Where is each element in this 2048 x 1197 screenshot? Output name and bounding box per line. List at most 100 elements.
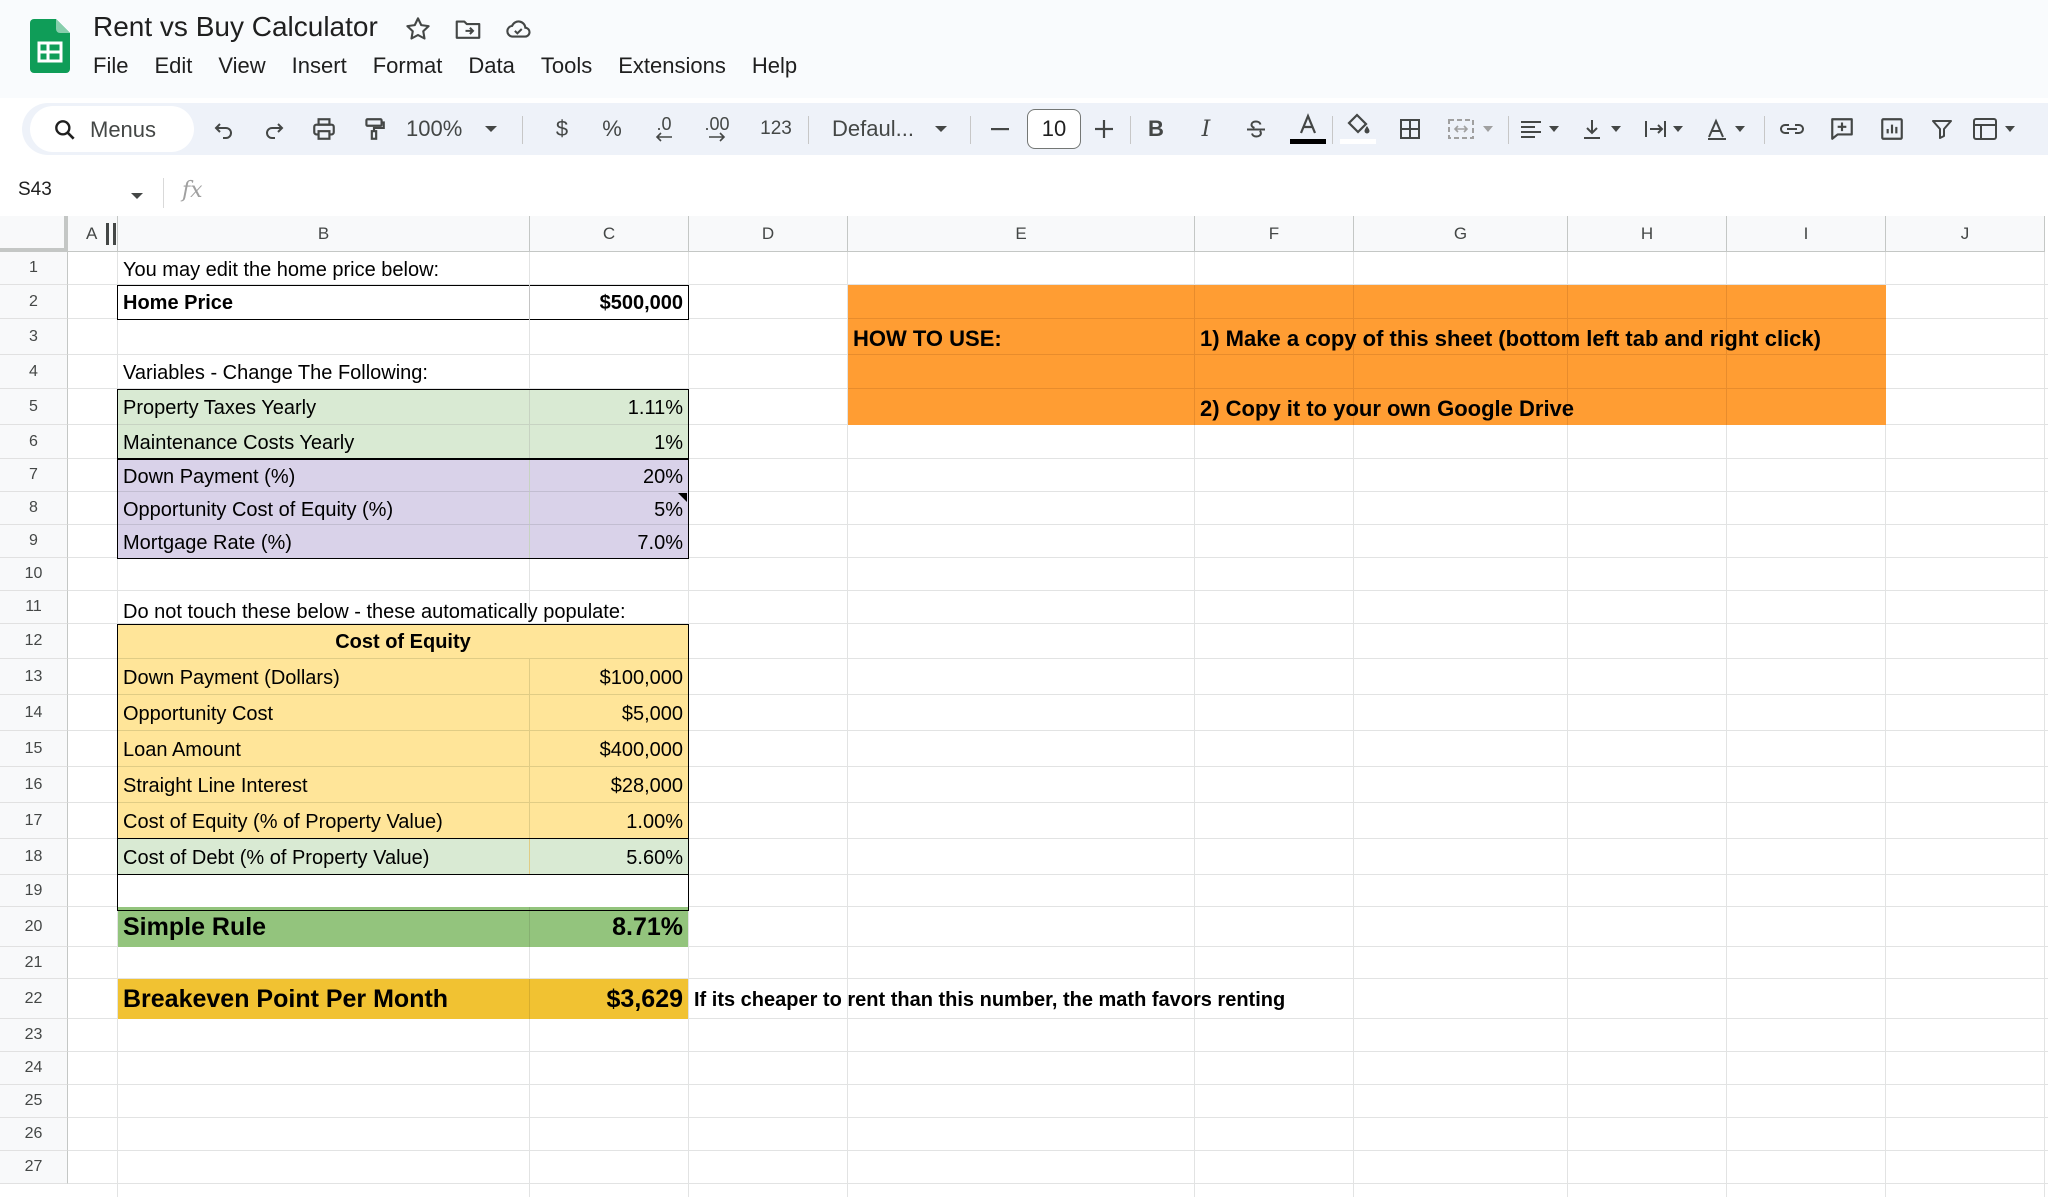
row-header-22[interactable]: 22 [0, 979, 68, 1019]
filter-icon[interactable] [1922, 103, 1962, 155]
text-rotation-icon[interactable] [1702, 103, 1756, 155]
cell-c15[interactable]: $400,000 [530, 740, 689, 760]
row-header-8[interactable]: 8 [0, 492, 68, 525]
text-wrapping-icon[interactable] [1640, 103, 1694, 155]
menu-format[interactable]: Format [360, 50, 456, 82]
row-header-7[interactable]: 7 [0, 459, 68, 492]
menu-edit[interactable]: Edit [141, 50, 205, 82]
menu-insert[interactable]: Insert [279, 50, 360, 82]
row-header-1[interactable]: 1 [0, 252, 68, 285]
insert-comment-icon[interactable] [1822, 103, 1862, 155]
redo-icon[interactable] [256, 103, 292, 155]
row-header-12[interactable]: 12 [0, 624, 68, 659]
menu-search[interactable]: Menus [30, 106, 194, 152]
cell-b16[interactable]: Straight Line Interest [118, 776, 308, 796]
menu-extensions[interactable]: Extensions [605, 50, 739, 82]
document-title[interactable]: Rent vs Buy Calculator [93, 10, 378, 44]
cell-b13[interactable]: Down Payment (Dollars) [118, 668, 340, 688]
cell-c22[interactable]: $3,629 [530, 986, 689, 1012]
cell-c7[interactable]: 20% [530, 467, 689, 487]
insert-link-icon[interactable] [1772, 103, 1812, 155]
row-header-15[interactable]: 15 [0, 731, 68, 767]
font-family-select[interactable]: Defaul... [812, 103, 962, 155]
cell-c17[interactable]: 1.00% [530, 812, 689, 832]
fill-color-icon[interactable] [1338, 103, 1378, 155]
chevron-down-icon[interactable] [130, 188, 144, 206]
decrease-decimal-button[interactable]: .0 [642, 103, 686, 155]
row-header-17[interactable]: 17 [0, 803, 68, 839]
column-header-c[interactable]: C [530, 216, 689, 252]
cell-e3[interactable]: HOW TO USE: [848, 328, 1002, 350]
cell-b8[interactable]: Opportunity Cost of Equity (%) [118, 500, 393, 520]
currency-format-button[interactable]: $ [544, 103, 580, 155]
increase-decimal-button[interactable]: .00 [692, 103, 742, 155]
vertical-align-icon[interactable] [1578, 103, 1632, 155]
row-header-2[interactable]: 2 [0, 285, 68, 319]
borders-icon[interactable] [1392, 103, 1428, 155]
cell-b12-merged[interactable]: Cost of Equity [118, 632, 688, 652]
zoom-select[interactable]: 100% [406, 103, 526, 155]
row-header-19[interactable]: 19 [0, 875, 68, 907]
row-header-23[interactable]: 23 [0, 1019, 68, 1052]
row-header-14[interactable]: 14 [0, 695, 68, 731]
text-color-icon[interactable] [1288, 103, 1328, 155]
cell-b17[interactable]: Cost of Equity (% of Property Value) [118, 812, 443, 832]
cell-b18[interactable]: Cost of Debt (% of Property Value) [118, 848, 429, 868]
menu-help[interactable]: Help [739, 50, 810, 82]
cell-b11[interactable]: Do not touch these below - these automat… [118, 602, 626, 622]
cell-c16[interactable]: $28,000 [530, 776, 689, 796]
bold-button[interactable]: B [1138, 103, 1174, 155]
column-header-f[interactable]: F [1195, 216, 1354, 252]
row-header-11[interactable]: 11 [0, 591, 68, 624]
strikethrough-icon[interactable] [1238, 103, 1274, 155]
table-view-icon[interactable] [1968, 103, 2026, 155]
menu-data[interactable]: Data [455, 50, 527, 82]
row-header-20[interactable]: 20 [0, 907, 68, 947]
cell-c13[interactable]: $100,000 [530, 668, 689, 688]
cell-b5[interactable]: Property Taxes Yearly [118, 398, 316, 418]
decrease-font-size-icon[interactable] [980, 103, 1020, 155]
row-header-27[interactable]: 27 [0, 1151, 68, 1184]
column-header-a[interactable]: A [68, 216, 118, 252]
column-header-i[interactable]: I [1727, 216, 1886, 252]
menu-view[interactable]: View [205, 50, 278, 82]
row-header-24[interactable]: 24 [0, 1052, 68, 1085]
cell-c20[interactable]: 8.71% [530, 914, 689, 940]
formula-input[interactable] [210, 174, 2030, 212]
select-all-corner[interactable] [0, 216, 68, 252]
italic-button[interactable]: I [1188, 103, 1224, 155]
row-header-25[interactable]: 25 [0, 1085, 68, 1118]
cell-c2[interactable]: $500,000 [530, 293, 689, 313]
cell-b15[interactable]: Loan Amount [118, 740, 241, 760]
column-header-e[interactable]: E [848, 216, 1195, 252]
move-folder-icon[interactable] [453, 14, 483, 44]
undo-icon[interactable] [206, 103, 242, 155]
cell-f3[interactable]: 1) Make a copy of this sheet (bottom lef… [1195, 328, 1821, 350]
column-header-b[interactable]: B [118, 216, 530, 252]
cell-c9[interactable]: 7.0% [530, 533, 689, 553]
cell-b4[interactable]: Variables - Change The Following: [118, 363, 428, 383]
font-size-input[interactable]: 10 [1027, 109, 1081, 149]
more-formats-button[interactable]: 123 [748, 103, 804, 155]
menu-file[interactable]: File [80, 50, 141, 82]
column-header-j[interactable]: J [1886, 216, 2045, 252]
cell-c5[interactable]: 1.11% [530, 398, 689, 418]
row-header-26[interactable]: 26 [0, 1118, 68, 1151]
column-header-g[interactable]: G [1354, 216, 1568, 252]
column-header-h[interactable]: H [1568, 216, 1727, 252]
increase-font-size-icon[interactable] [1084, 103, 1124, 155]
cell-b7[interactable]: Down Payment (%) [118, 467, 295, 487]
row-header-3[interactable]: 3 [0, 319, 68, 355]
sheets-logo-icon[interactable] [30, 19, 70, 73]
horizontal-align-icon[interactable] [1516, 103, 1570, 155]
row-header-6[interactable]: 6 [0, 425, 68, 459]
row-header-21[interactable]: 21 [0, 947, 68, 979]
row-header-16[interactable]: 16 [0, 767, 68, 803]
cell-b2[interactable]: Home Price [118, 293, 233, 313]
row-header-13[interactable]: 13 [0, 659, 68, 695]
menu-tools[interactable]: Tools [528, 50, 605, 82]
percent-format-button[interactable]: % [594, 103, 630, 155]
cell-b22[interactable]: Breakeven Point Per Month [118, 986, 448, 1012]
row-header-5[interactable]: 5 [0, 389, 68, 425]
name-box[interactable]: S43 [18, 179, 52, 201]
